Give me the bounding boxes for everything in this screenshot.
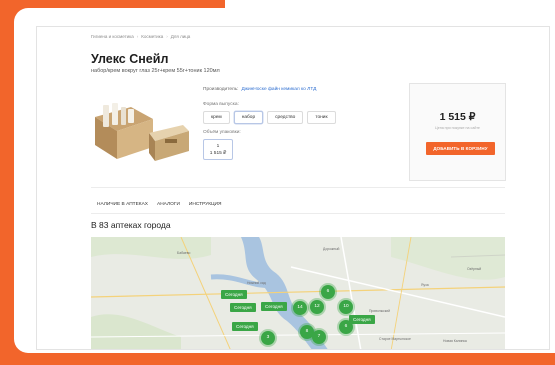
form-option-cream[interactable]: крем [203,111,230,124]
volume-price: 1 515 ₽ [209,151,227,156]
map-place-label: Озёрный [467,267,482,271]
divider [91,213,505,214]
volume-label: Объём упаковки: [203,130,241,135]
breadcrumb-separator: › [166,34,168,39]
map-pharmacy-tag[interactable]: Сегодня [261,302,287,311]
breadcrumb-item[interactable]: Гигиена и косметика [91,34,134,39]
volume-option[interactable]: 1 1 515 ₽ [203,139,233,160]
map-pharmacy-tag[interactable]: Сегодня [232,322,258,331]
map-place-label: Старое Мартынское [379,337,411,341]
form-option-product[interactable]: средство [267,111,304,124]
form-option-set[interactable]: набор [233,111,264,124]
breadcrumb: Гигиена и косметика › Косметика › Для ли… [91,34,190,39]
price: 1 515 ₽ [439,111,476,123]
breadcrumb-item[interactable]: Для лица [171,34,191,39]
manufacturer-label: Производитель: [203,87,239,92]
tab-analogs[interactable]: АНАЛОГИ [157,202,180,207]
pharmacy-map[interactable]: Бабаево Нижний сад Дорожный Яуза Приволж… [91,237,505,349]
form-options: крем набор средство тоник [203,111,336,124]
map-cluster[interactable]: 6 [339,320,353,334]
product-tabs: НАЛИЧИЕ В АПТЕКАХ АНАЛОГИ ИНСТРУКЦИЯ [97,202,221,207]
map-cluster[interactable]: 12 [310,300,324,314]
map-pharmacy-tag[interactable]: Сегодня [230,303,256,312]
map-place-label: Бабаево [177,251,191,255]
map-pharmacy-tag[interactable]: Сегодня [221,290,247,299]
product-title: Улекс Снейл [91,52,169,66]
map-cluster[interactable]: 3 [261,331,275,345]
volume-qty: 1 [216,144,220,149]
map-place-label: Нижний сад [247,281,266,285]
breadcrumb-item[interactable]: Косметика [141,34,163,39]
product-subtitle: набор/крем вокруг глаз 25г+крем 55г+тони… [91,68,220,74]
map-place-label: Дорожный [323,247,340,251]
map-pharmacy-tag[interactable]: Сегодня [349,315,375,324]
add-to-cart-button[interactable]: ДОБАВИТЬ В КОРЗИНУ [426,142,495,155]
product-page: Гигиена и косметика › Косметика › Для ли… [36,26,550,350]
tab-instructions[interactable]: ИНСТРУКЦИЯ [189,202,222,207]
map-place-label: Новая Калинка [443,339,467,343]
map-cluster[interactable]: 10 [339,300,353,314]
map-place-label: Яуза [421,283,429,287]
manufacturer-link[interactable]: ДжинНоске файн кемикал ко ЛТД [241,87,316,92]
manufacturer: Производитель: ДжинНоске файн кемикал ко … [203,87,316,92]
product-image [91,97,191,167]
background-corner [225,0,555,8]
buy-box: 1 515 ₽ Цена при покупке на сайте ДОБАВИ… [409,83,506,181]
map-cluster[interactable]: 14 [293,301,307,315]
map-background [91,237,505,349]
map-place-label: Приволжский [369,309,391,313]
availability-heading: В 83 аптеках города [91,220,171,230]
breadcrumb-separator: › [136,34,139,39]
form-option-tonic[interactable]: тоник [307,111,336,124]
tab-availability[interactable]: НАЛИЧИЕ В АПТЕКАХ [97,202,148,207]
map-cluster[interactable]: 7 [312,330,326,344]
price-note: Цена при покупке на сайте [435,126,480,130]
map-cluster[interactable]: 6 [321,285,335,299]
divider [91,187,505,188]
form-label: Форма выпуска: [203,102,239,107]
